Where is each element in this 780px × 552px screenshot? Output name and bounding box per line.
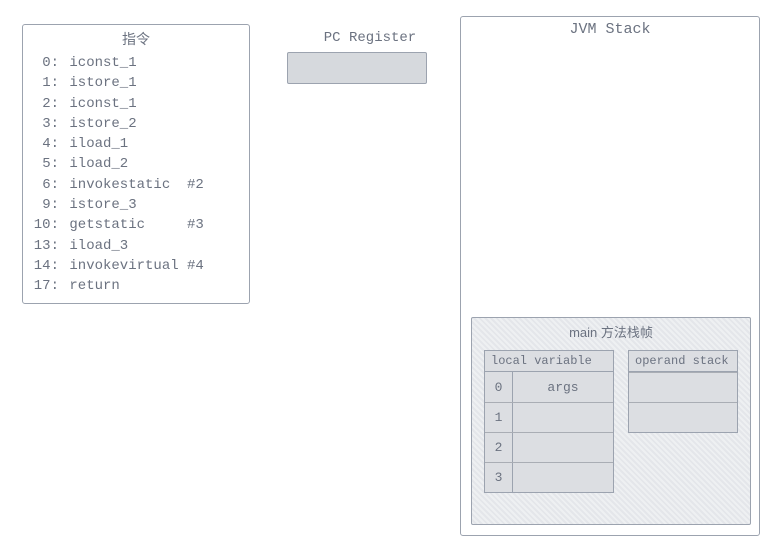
instruction-index: 0: (33, 53, 61, 73)
instruction-index: 5: (33, 154, 61, 174)
local-variable-rows: 0args123 (485, 372, 613, 492)
instruction-arg: #4 (187, 258, 204, 274)
instruction-row: 1: istore_1 (33, 73, 239, 93)
local-variable-header: local variable (485, 351, 613, 372)
local-variable-row: 1 (485, 402, 613, 432)
instruction-row: 5: iload_2 (33, 154, 239, 174)
local-variable-value (513, 403, 613, 432)
local-variable-row: 3 (485, 462, 613, 492)
instruction-op: return (61, 278, 187, 294)
pc-register-label: PC Register (300, 30, 440, 46)
instruction-index: 1: (33, 73, 61, 93)
instruction-row: 0: iconst_1 (33, 53, 239, 73)
instruction-index: 9: (33, 195, 61, 215)
operand-stack-rows (629, 372, 737, 432)
instruction-arg: #2 (187, 177, 204, 193)
local-variable-row: 2 (485, 432, 613, 462)
instruction-op: istore_1 (61, 75, 187, 91)
stack-frame-title: main 方法栈帧 (472, 318, 750, 345)
instruction-row: 2: iconst_1 (33, 94, 239, 114)
operand-stack-header: operand stack (629, 351, 737, 372)
instruction-row: 3: istore_2 (33, 114, 239, 134)
instruction-op: iload_1 (61, 136, 187, 152)
local-variable-value (513, 463, 613, 492)
instruction-op: iconst_1 (61, 55, 187, 71)
operand-stack-row (629, 372, 737, 402)
stack-frame: main 方法栈帧 local variable 0args123 operan… (471, 317, 751, 525)
instruction-arg: #3 (187, 217, 204, 233)
instructions-title: 指令 (23, 25, 249, 51)
instructions-panel: 指令 0: iconst_1 1: istore_1 2: iconst_1 3… (22, 24, 250, 304)
instruction-op: getstatic (61, 217, 187, 233)
instruction-op: istore_3 (61, 197, 187, 213)
instruction-index: 10: (33, 215, 61, 235)
jvm-stack-panel: JVM Stack main 方法栈帧 local variable 0args… (460, 16, 760, 536)
local-variable-value: args (513, 372, 613, 402)
instruction-op: iload_3 (61, 238, 187, 254)
local-variable-index: 0 (485, 372, 513, 402)
local-variable-index: 3 (485, 463, 513, 492)
instruction-index: 2: (33, 94, 61, 114)
instruction-row: 17: return (33, 276, 239, 296)
instruction-index: 17: (33, 276, 61, 296)
instruction-index: 4: (33, 134, 61, 154)
instruction-op: istore_2 (61, 116, 187, 132)
operand-stack-row (629, 402, 737, 432)
instruction-index: 3: (33, 114, 61, 134)
instruction-row: 6: invokestatic #2 (33, 175, 239, 195)
instruction-row: 14: invokevirtual #4 (33, 256, 239, 276)
local-variable-table: local variable 0args123 (484, 350, 614, 493)
instruction-row: 9: istore_3 (33, 195, 239, 215)
instruction-row: 13: iload_3 (33, 236, 239, 256)
instruction-row: 10: getstatic #3 (33, 215, 239, 235)
local-variable-index: 1 (485, 403, 513, 432)
operand-stack-table: operand stack (628, 350, 738, 433)
instruction-op: invokevirtual (61, 258, 187, 274)
pc-register-box (287, 52, 427, 84)
instructions-list: 0: iconst_1 1: istore_1 2: iconst_1 3: i… (23, 51, 249, 305)
instruction-index: 6: (33, 175, 61, 195)
instruction-op: iconst_1 (61, 96, 187, 112)
instruction-index: 13: (33, 236, 61, 256)
instruction-op: invokestatic (61, 177, 187, 193)
local-variable-value (513, 433, 613, 462)
instruction-index: 14: (33, 256, 61, 276)
local-variable-row: 0args (485, 372, 613, 402)
instruction-op: iload_2 (61, 156, 187, 172)
instruction-row: 4: iload_1 (33, 134, 239, 154)
jvm-stack-title: JVM Stack (461, 17, 759, 40)
local-variable-index: 2 (485, 433, 513, 462)
